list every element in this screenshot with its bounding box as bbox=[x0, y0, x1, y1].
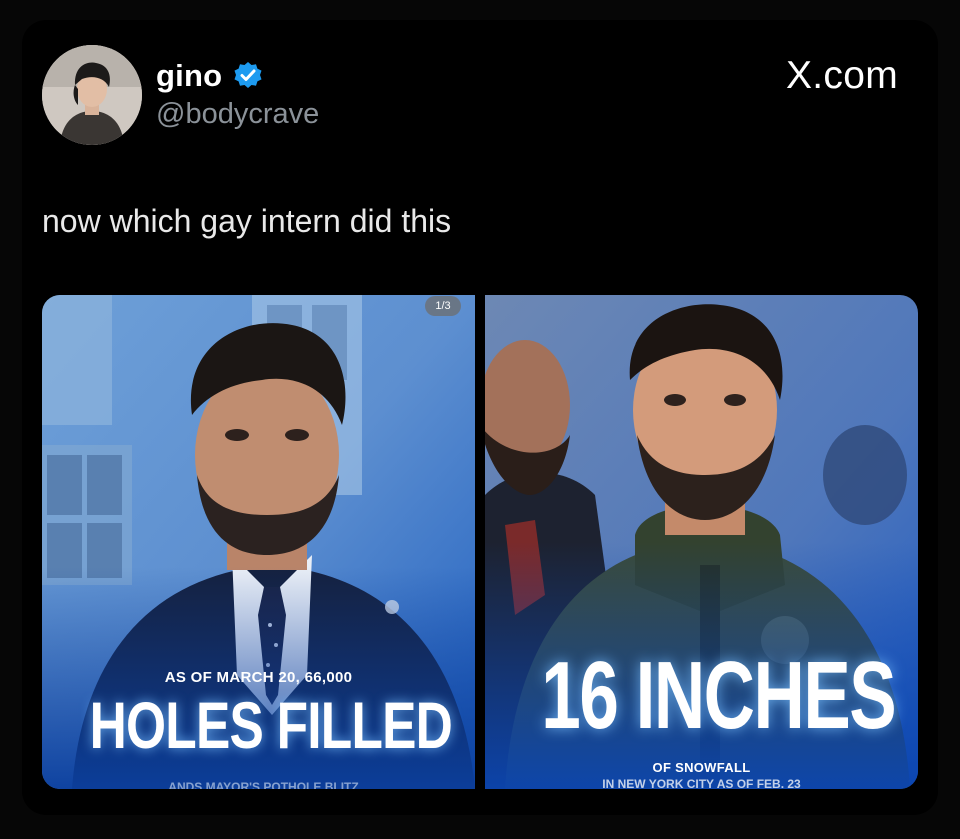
tweet-card: gino @bodycrave X.com now which gay inte… bbox=[22, 20, 938, 815]
author-handle[interactable]: @bodycrave bbox=[156, 98, 319, 131]
caption-big-left: HOLES FILLED bbox=[89, 688, 453, 762]
verified-badge-icon bbox=[234, 62, 262, 88]
site-label: X.com bbox=[785, 54, 898, 97]
caption-small-left: AS OF MARCH 20, 66,000 bbox=[164, 669, 353, 686]
caption-big-right: 16 INCHES bbox=[541, 642, 896, 749]
avatar[interactable] bbox=[42, 45, 142, 145]
tweet-media[interactable]: 1/3 AS OF MARCH 20, 66,000 HOLES FILLED … bbox=[42, 295, 918, 789]
media-image-left[interactable]: 1/3 AS OF MARCH 20, 66,000 HOLES FILLED … bbox=[42, 295, 475, 789]
tweet-text: now which gay intern did this bbox=[42, 203, 452, 239]
caption-tail-right: IN NEW YORK CITY AS OF FEB. 23 bbox=[602, 777, 801, 789]
caption-tail-left: ...ANDS MAYOR'S POTHOLE BLITZ bbox=[158, 780, 359, 789]
media-image-right[interactable]: 16 INCHES OF SNOWFALL IN NEW YORK CITY A… bbox=[485, 295, 918, 789]
caption-small-right: OF SNOWFALL bbox=[652, 760, 751, 775]
media-counter: 1/3 bbox=[425, 296, 461, 316]
author-display-name[interactable]: gino bbox=[156, 58, 222, 94]
